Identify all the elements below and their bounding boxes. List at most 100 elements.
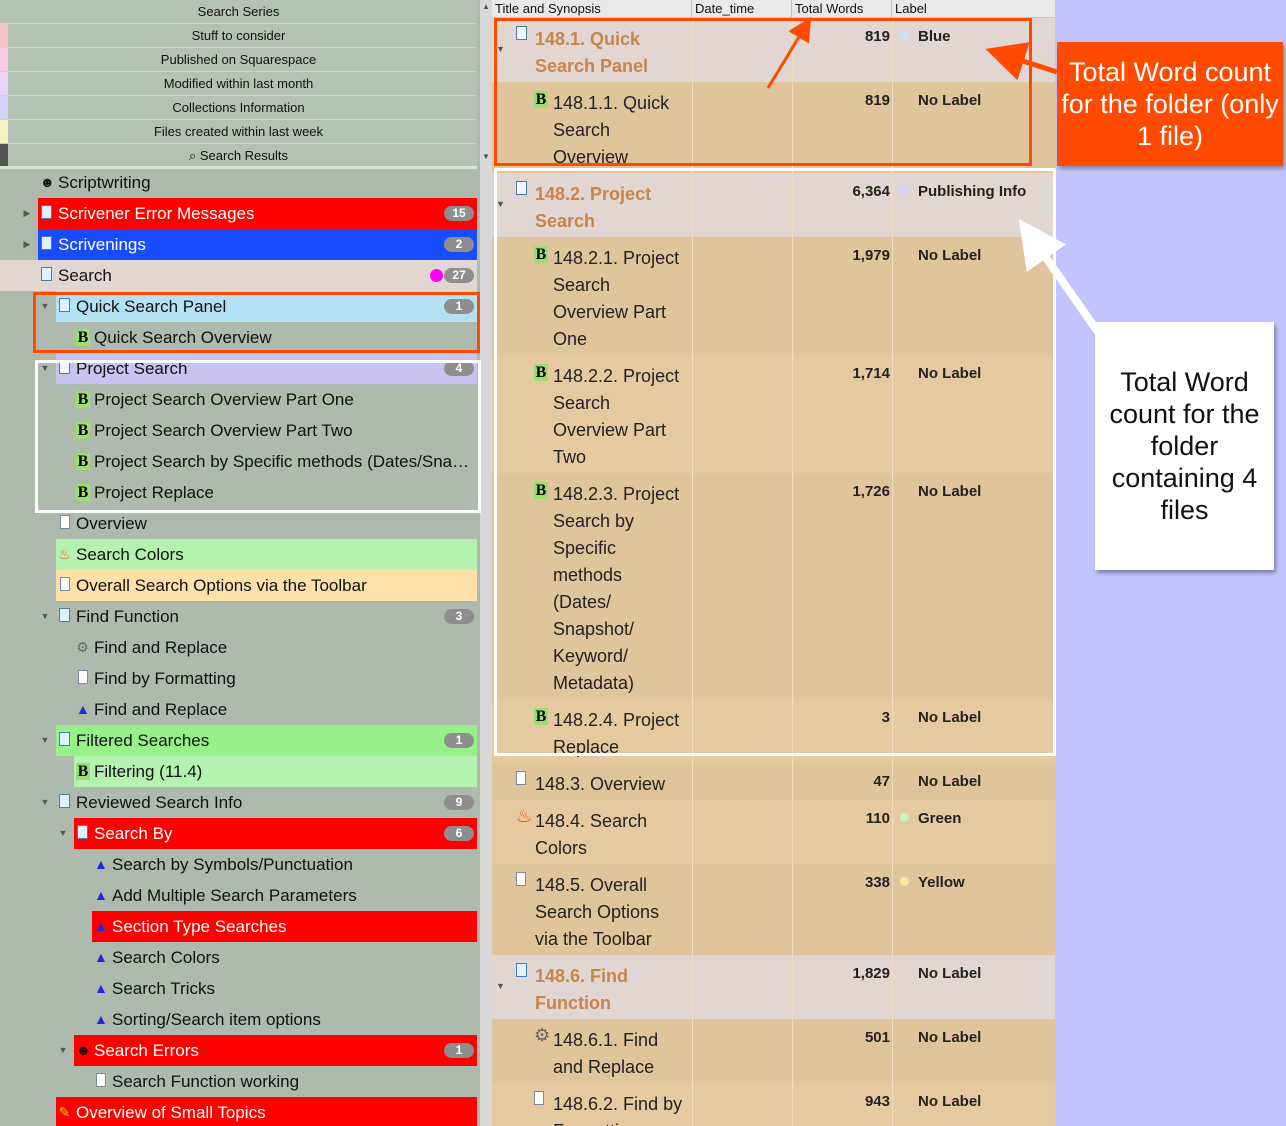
binder-item[interactable]: B Quick Search Overview [0, 322, 477, 353]
scroll-up-arrow-icon[interactable]: ▲ [482, 2, 490, 11]
collection-tab[interactable]: ⌕ Search Results [0, 144, 477, 168]
binder-item[interactable]: ▲ Sorting/Search item options [0, 1004, 477, 1035]
b-icon: B [534, 91, 548, 108]
outline-row[interactable]: B 148.2.4. Project Replace 3 No Label [492, 699, 1055, 763]
outline-row[interactable]: ▼ 148.2. Project Search 6,364 Publishing Inf… [492, 173, 1055, 237]
outline-row[interactable]: 148.5. Overall Search Options via the Tool… [492, 864, 1055, 955]
column-header-total-words[interactable]: Total Words [792, 0, 892, 17]
binder-item[interactable]: ✎ Overview of Small Topics [0, 1097, 477, 1126]
outline-title-line: Search [535, 211, 596, 231]
outline-title-line: 148.2.1. Project [553, 248, 680, 268]
binder-item[interactable]: ☻ Scriptwriting [0, 167, 477, 198]
collapse-triangle-icon[interactable]: ▼ [496, 44, 505, 54]
collapse-triangle-icon[interactable]: ▼ [496, 199, 505, 209]
collapse-triangle-icon[interactable]: ▼ [496, 981, 505, 991]
outline-row[interactable]: B 148.2.3. Project Search by Specific method… [492, 473, 1055, 699]
outline-row[interactable]: 148.6.2. Find by Formatting 943 No Label [492, 1083, 1055, 1126]
collapse-triangle-icon[interactable]: ▼ [40, 601, 50, 632]
column-header-label[interactable]: Label [892, 0, 1055, 17]
binder-item-label: Find and Replace [94, 638, 228, 657]
outline-row[interactable]: B 148.2.2. Project Search Overview Part Two 1… [492, 355, 1055, 473]
binder-item[interactable]: ▶ Scrivenings 2 [0, 229, 477, 260]
binder-item[interactable]: B Project Replace [0, 477, 477, 508]
binder-item[interactable]: B Project Search Overview Part Two [0, 415, 477, 446]
binder-item[interactable]: Overall Search Options via the Toolbar [0, 570, 477, 601]
binder-item[interactable]: ▶ Scrivener Error Messages 15 [0, 198, 477, 229]
binder-item[interactable]: ▲ Add Multiple Search Parameters [0, 880, 477, 911]
binder-item[interactable]: ▼ Find Function 3 [0, 601, 477, 632]
binder-item-label: Project Search Overview Part One [94, 390, 354, 409]
binder-item[interactable]: Find by Formatting [0, 663, 477, 694]
binder-item[interactable]: ▲ Search Tricks [0, 973, 477, 1004]
binder-item-label: Project Search by Specific methods (Date… [94, 452, 471, 471]
outline-title: 148.2. Project Search [535, 181, 651, 235]
collapse-triangle-icon[interactable]: ▼ [40, 787, 50, 818]
binder-item-label: Find Function [76, 607, 179, 626]
outline-title: 148.2.3. Project Search by Specific methods… [553, 481, 679, 697]
binder-item[interactable]: ⚙ Find and Replace [0, 632, 477, 663]
outline-title-line: (Dates/ [553, 592, 612, 612]
binder-item[interactable]: B Project Search by Specific methods (Dat… [0, 446, 477, 477]
collapse-triangle-icon[interactable]: ▼ [40, 353, 50, 384]
binder-item[interactable]: ▲ Find and Replace [0, 694, 477, 725]
item-count-badge: 1 [444, 1043, 474, 1058]
triangle-icon: ▲ [94, 918, 108, 934]
outline-title: 148.6. Find Function [535, 963, 628, 1017]
binder-item[interactable]: B Filtering (11.4) [0, 756, 477, 787]
collapse-triangle-icon[interactable]: ▼ [40, 291, 50, 322]
binder-item[interactable]: ▼ Reviewed Search Info 9 [0, 787, 477, 818]
collapse-triangle-icon[interactable]: ▼ [58, 818, 68, 849]
b-icon: B [76, 391, 90, 408]
column-header-date[interactable]: Date_time [692, 0, 792, 17]
outline-title-line: Search by [553, 511, 635, 531]
binder-item[interactable]: ♨ Search Colors [0, 539, 477, 570]
collection-tab[interactable]: Collections Information [0, 96, 477, 120]
binder-item[interactable]: ▼ Project Search 4 [0, 353, 477, 384]
column-header-title[interactable]: Title and Synopsis [492, 0, 692, 17]
pencil-icon: ✎ [58, 1104, 71, 1120]
outline-row[interactable]: ▼ 148.1. Quick Search Panel 819 Blue [492, 18, 1055, 82]
binder-item[interactable]: ▼ Quick Search Panel 1 [0, 291, 477, 322]
folder-icon [40, 267, 53, 283]
binder-item[interactable]: ▲ Search by Symbols/Punctuation [0, 849, 477, 880]
binder-scrollbar[interactable]: ▲ ▼ [480, 0, 492, 1126]
expand-triangle-icon[interactable]: ▶ [22, 229, 32, 260]
binder-item[interactable]: Search 27 [0, 260, 477, 291]
triangle-icon: ▲ [76, 701, 90, 717]
binder-item-label: Reviewed Search Info [76, 793, 243, 812]
scroll-down-arrow-icon[interactable]: ▼ [482, 152, 490, 161]
collection-tab[interactable]: Published on Squarespace [0, 48, 477, 72]
collapse-triangle-icon[interactable]: ▼ [40, 725, 50, 756]
outliner-panel: Title and Synopsis Date_time Total Words… [492, 0, 1055, 1126]
binder-item[interactable]: B Project Search Overview Part One [0, 384, 477, 415]
collection-tab[interactable]: Stuff to consider [0, 24, 477, 48]
collapse-triangle-icon[interactable]: ▼ [58, 1035, 68, 1066]
outline-row[interactable]: B 148.1.1. Quick Search Overview 819 No Label [492, 82, 1055, 173]
label-color-dot [900, 186, 909, 195]
expand-triangle-icon[interactable]: ▶ [22, 198, 32, 229]
binder-item-label: Overview [76, 514, 147, 533]
outline-row[interactable]: 148.3. Overview 47 No Label [492, 763, 1055, 800]
binder-item[interactable]: ▼ Search By 6 [0, 818, 477, 849]
column-divider [892, 17, 893, 1126]
binder-item[interactable]: ▲ Section Type Searches [0, 911, 477, 942]
binder-item[interactable]: Search Function working [0, 1066, 477, 1097]
binder-item[interactable]: ▲ Search Colors [0, 942, 477, 973]
outline-row[interactable]: ▼ 148.6. Find Function 1,829 No Label [492, 955, 1055, 1019]
outline-row[interactable]: ♨ 148.4. Search Colors 110 Green [492, 800, 1055, 864]
outline-row[interactable]: ⚙ 148.6.1. Find and Replace 501 No Label [492, 1019, 1055, 1083]
alien-icon: ☻ [76, 1042, 91, 1058]
binder-item[interactable]: ▼ Filtered Searches 1 [0, 725, 477, 756]
label-value: No Label [918, 965, 982, 982]
collection-label: Collections Information [172, 100, 305, 115]
outline-row[interactable]: B 148.2.1. Project Search Overview Part One 1… [492, 237, 1055, 355]
collection-tab[interactable]: Modified within last month [0, 72, 477, 96]
binder-item[interactable]: ▼ ☻ Search Errors 1 [0, 1035, 477, 1066]
collection-tab[interactable]: Files created within last week [0, 120, 477, 144]
outline-title-line: Two [553, 447, 587, 467]
collection-tab[interactable]: Search Series [0, 0, 477, 24]
binder-item-label: Search By [94, 824, 173, 843]
label-value: Yellow [918, 874, 965, 891]
label-value: No Label [918, 483, 982, 500]
binder-item[interactable]: Overview [0, 508, 477, 539]
